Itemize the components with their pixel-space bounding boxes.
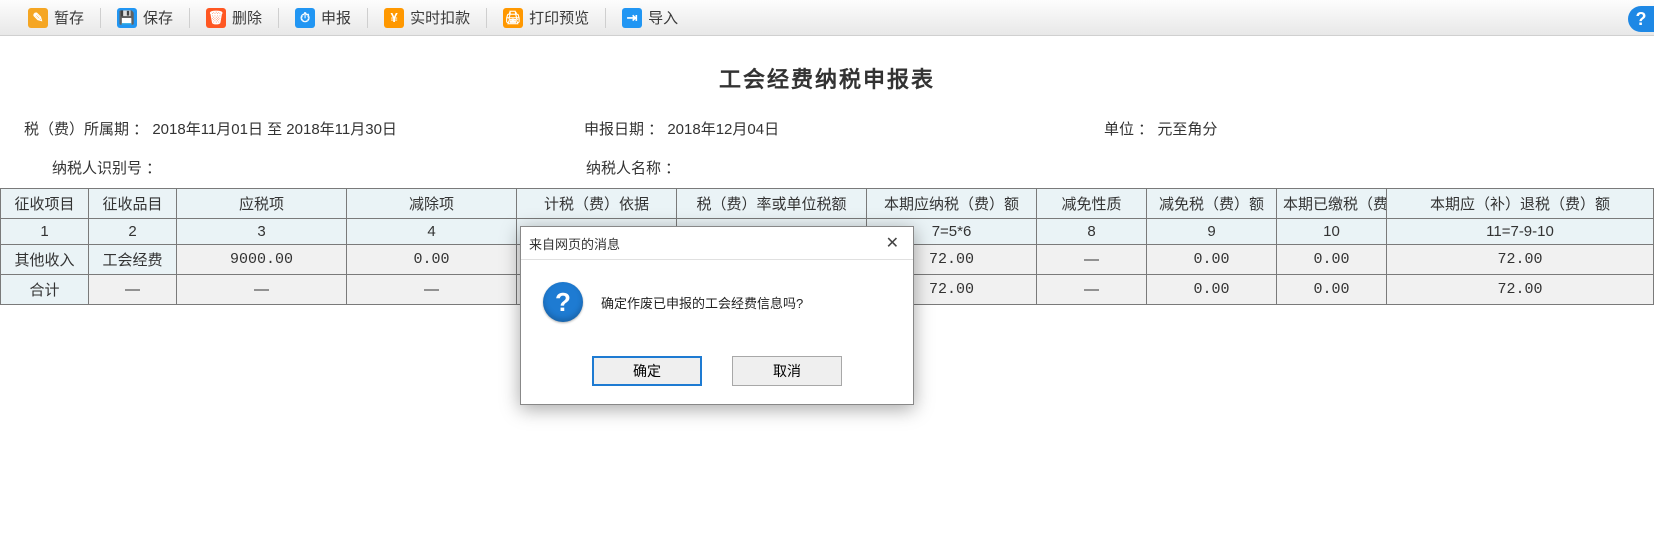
print-icon: 🖨	[503, 8, 523, 28]
delete-button[interactable]: 🗑 删除	[196, 7, 272, 28]
th-c2: 征收品目	[89, 189, 177, 219]
delete-icon: 🗑	[206, 8, 226, 28]
th-c5: 计税（费）依据	[517, 189, 677, 219]
f-c3: 3	[177, 219, 347, 245]
th-c9: 减免税（费）额	[1147, 189, 1277, 219]
f-c10: 10	[1277, 219, 1387, 245]
th-c11: 本期应（补）退税（费）额	[1387, 189, 1654, 219]
declare-date-label: 申报日期 ：	[584, 121, 663, 138]
dialog-body: ? 确定作废已申报的工会经费信息吗?	[521, 260, 913, 346]
close-icon[interactable]: ✕	[882, 233, 903, 253]
d-c1: 其他收入	[1, 245, 89, 275]
th-c7: 本期应纳税（费）额	[867, 189, 1037, 219]
t-c3: —	[177, 275, 347, 305]
t-c10: 0.00	[1277, 275, 1387, 305]
dialog-titlebar: 来自网页的消息 ✕	[521, 227, 913, 260]
taxno-label: 纳税人识别号 ：	[52, 160, 161, 177]
save-label: 保存	[143, 7, 173, 28]
t-c1: 合计	[1, 275, 89, 305]
f-c11: 11=7-9-10	[1387, 219, 1654, 245]
page-title: 工会经费纳税申报表	[0, 62, 1654, 94]
d-c10: 0.00	[1277, 245, 1387, 275]
taxname-label: 纳税人名称 ：	[586, 160, 680, 177]
th-c10: 本期已缴税（费）额	[1277, 189, 1387, 219]
period-label: 税（费）所属期 ：	[24, 121, 148, 138]
d-c4[interactable]: 0.00	[347, 245, 517, 275]
th-c4: 减除项	[347, 189, 517, 219]
dialog-footer: 确定 取消	[521, 346, 913, 404]
table-header-row: 征收项目 征收品目 应税项 减除项 计税（费）依据 税（费）率或单位税额 本期应…	[1, 189, 1654, 219]
t-c2: —	[89, 275, 177, 305]
dialog-title: 来自网页的消息	[529, 234, 620, 253]
deduct-icon: ¥	[384, 8, 404, 28]
t-c11: 72.00	[1387, 275, 1654, 305]
help-icon[interactable]: ?	[1628, 6, 1654, 32]
f-c1: 1	[1, 219, 89, 245]
th-c8: 减免性质	[1037, 189, 1147, 219]
stash-button[interactable]: ✎ 暂存	[18, 7, 94, 28]
period-value: 2018年11月01日 至 2018年11月30日	[152, 121, 397, 138]
unit-label: 单位 ：	[1104, 121, 1153, 138]
toolbar-separator	[100, 8, 101, 28]
save-icon: 💾	[117, 8, 137, 28]
unit-value: 元至角分	[1157, 121, 1217, 138]
declare-label: 申报	[321, 7, 351, 28]
ok-button[interactable]: 确定	[592, 356, 702, 386]
delete-label: 删除	[232, 7, 262, 28]
dialog-message: 确定作废已申报的工会经费信息吗?	[601, 293, 803, 312]
toolbar-separator	[486, 8, 487, 28]
t-c9: 0.00	[1147, 275, 1277, 305]
import-label: 导入	[648, 7, 678, 28]
declare-date-value: 2018年12月04日	[667, 121, 779, 138]
t-c4: —	[347, 275, 517, 305]
declare-button[interactable]: ⏱ 申报	[285, 7, 361, 28]
import-button[interactable]: ⇥ 导入	[612, 7, 688, 28]
d-c11: 72.00	[1387, 245, 1654, 275]
toolbar-separator	[278, 8, 279, 28]
f-c4: 4	[347, 219, 517, 245]
th-c3: 应税项	[177, 189, 347, 219]
f-c8: 8	[1037, 219, 1147, 245]
toolbar-separator	[605, 8, 606, 28]
meta-row-1: 税（费）所属期 ： 2018年11月01日 至 2018年11月30日 申报日期…	[0, 118, 1654, 147]
toolbar: ✎ 暂存 💾 保存 🗑 删除 ⏱ 申报 ¥ 实时扣款 🖨 打印预览 ⇥ 导入	[0, 0, 1654, 36]
declare-icon: ⏱	[295, 8, 315, 28]
toolbar-separator	[189, 8, 190, 28]
deduct-button[interactable]: ¥ 实时扣款	[374, 7, 480, 28]
print-label: 打印预览	[529, 7, 589, 28]
deduct-label: 实时扣款	[410, 7, 470, 28]
import-icon: ⇥	[622, 8, 642, 28]
d-c2: 工会经费	[89, 245, 177, 275]
print-button[interactable]: 🖨 打印预览	[493, 7, 599, 28]
stash-icon: ✎	[28, 8, 48, 28]
d-c8: —	[1037, 245, 1147, 275]
confirm-dialog: 来自网页的消息 ✕ ? 确定作废已申报的工会经费信息吗? 确定 取消	[520, 226, 914, 405]
save-button[interactable]: 💾 保存	[107, 7, 183, 28]
question-icon: ?	[543, 282, 583, 322]
t-c8: —	[1037, 275, 1147, 305]
f-c9: 9	[1147, 219, 1277, 245]
d-c3[interactable]: 9000.00	[177, 245, 347, 275]
f-c2: 2	[89, 219, 177, 245]
th-c1: 征收项目	[1, 189, 89, 219]
d-c9: 0.00	[1147, 245, 1277, 275]
cancel-button[interactable]: 取消	[732, 356, 842, 386]
toolbar-separator	[367, 8, 368, 28]
meta-row-2: 纳税人识别号 ： 纳税人名称 ：	[0, 157, 1654, 188]
th-c6: 税（费）率或单位税额	[677, 189, 867, 219]
stash-label: 暂存	[54, 7, 84, 28]
